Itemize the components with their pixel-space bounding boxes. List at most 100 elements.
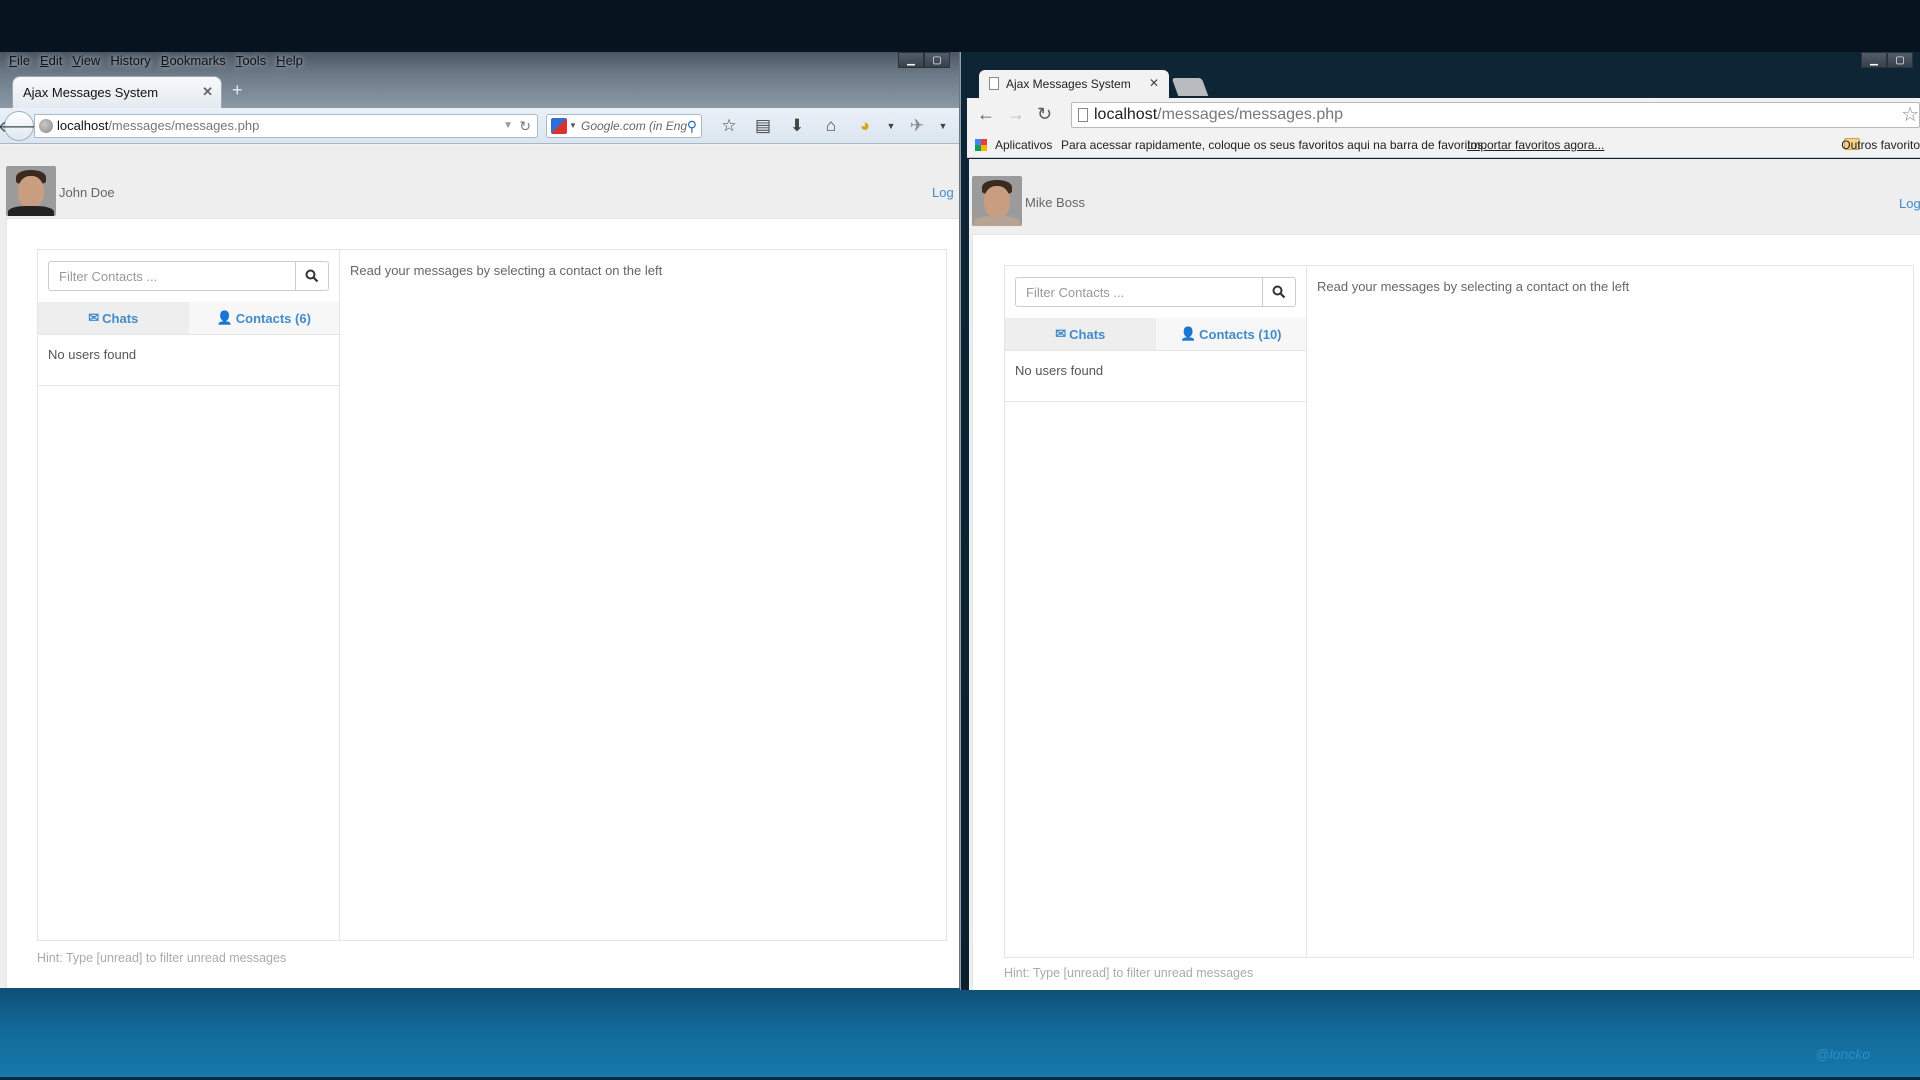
back-icon[interactable]: ← — [977, 104, 995, 125]
list-divider — [38, 385, 339, 386]
firefox-toolbar-icons: ☆ ▤ ⬇ ⌂ ◕ ▼ ✈ ▼ — [712, 114, 952, 138]
firefox-page: John Doe Log ✉Chats — [0, 145, 959, 988]
home-icon[interactable]: ⌂ — [814, 116, 848, 136]
page-icon — [989, 77, 999, 90]
desktop-top — [0, 0, 1920, 54]
user-name: Mike Boss — [1025, 195, 1085, 210]
desktop-background — [0, 988, 1920, 1080]
avatar-body — [8, 206, 54, 216]
user-name: John Doe — [59, 185, 115, 200]
page-info-icon — [1078, 108, 1088, 122]
menu-view[interactable]: View — [67, 53, 105, 71]
tab-chats-label: Chats — [1069, 326, 1106, 342]
url-history-dropdown-icon[interactable]: ▼ — [503, 115, 513, 137]
chrome-toolbar: ← → ↻ localhost/messages/messages.php ☆ — [967, 98, 1920, 132]
avatar-face — [984, 186, 1010, 218]
filter-contacts-input[interactable] — [49, 262, 295, 290]
chrome-page: Mike Boss Log ✉Chats — [969, 159, 1920, 990]
maximize-button[interactable]: ▢ — [1887, 52, 1913, 68]
url-host: localhost — [1094, 106, 1158, 123]
chrome-window-controls: ▁ ▢ — [1861, 52, 1913, 68]
import-bookmarks-link[interactable]: Importar favoritos agora... — [1467, 138, 1604, 152]
tab-contacts-label: Contacts (6) — [235, 310, 311, 326]
bookmarks-list-icon[interactable]: ▤ — [746, 116, 780, 136]
firefox-window: File Edit View History Bookmarks Tools H… — [0, 52, 960, 988]
new-tab-icon[interactable]: + — [232, 80, 243, 101]
tab-chats[interactable]: ✉ Chats — [1005, 318, 1156, 350]
bookmark-star-icon[interactable]: ☆ — [1901, 103, 1919, 127]
search-engine-icon[interactable] — [551, 118, 567, 134]
new-tab-button[interactable] — [1171, 78, 1209, 96]
search-icon — [305, 269, 319, 283]
contacts-sidebar: ✉Chats 👤Contacts (6) No users found — [38, 250, 340, 940]
search-icon — [1272, 285, 1286, 299]
tab-contacts[interactable]: 👤 Contacts (6) — [188, 302, 339, 334]
minimize-button[interactable]: ▁ — [898, 52, 924, 68]
apps-link[interactable]: Aplicativos — [995, 138, 1052, 152]
extension-dropdown-icon[interactable]: ▼ — [934, 121, 952, 131]
omnibox[interactable]: localhost/messages/messages.php ☆ — [1071, 102, 1920, 128]
logout-link[interactable]: Log — [1899, 196, 1920, 211]
firefox-nav-bar: 🡐 localhost/messages/messages.php ▼ ↻ ▼ … — [0, 108, 959, 144]
menu-file[interactable]: File — [4, 53, 35, 71]
menu-history[interactable]: History — [105, 53, 155, 71]
user-icon: 👤 — [216, 310, 233, 325]
messages-panel: ✉Chats 👤Contacts (6) No users found Read… — [6, 218, 959, 988]
avatar-john-doe — [6, 166, 56, 216]
menu-tools[interactable]: Tools — [231, 53, 271, 71]
search-button[interactable] — [1262, 278, 1295, 306]
reload-icon[interactable]: ↻ — [519, 115, 531, 137]
tab-close-icon[interactable]: ✕ — [202, 84, 213, 100]
reload-icon[interactable]: ↻ — [1037, 104, 1052, 125]
url-host: localhost — [57, 118, 109, 133]
search-box[interactable]: ▼ Google.com (in Eng ⚲ — [546, 114, 702, 138]
avatar-body — [974, 216, 1020, 226]
url-path: /messages/messages.php — [1157, 106, 1344, 123]
minimize-button[interactable]: ▁ — [1861, 52, 1887, 68]
search-icon[interactable]: ⚲ — [687, 115, 697, 137]
filter-contacts-field — [1015, 277, 1296, 307]
downloads-icon[interactable]: ⬇ — [780, 116, 814, 136]
back-button[interactable]: 🡐 — [0, 111, 40, 141]
menu-help-label: elp — [285, 53, 303, 68]
messages-box: ✉Chats 👤Contacts (6) No users found Read… — [37, 249, 947, 941]
menu-edit-label: dit — [48, 53, 63, 68]
no-users-message: No users found — [48, 347, 137, 362]
chrome-tab-active[interactable]: Ajax Messages System ✕ — [979, 70, 1169, 98]
search-button[interactable] — [295, 262, 328, 290]
menu-help[interactable]: Help — [271, 53, 308, 71]
tab-close-icon[interactable]: ✕ — [1149, 76, 1159, 90]
menu-bar: File Edit View History Bookmarks Tools H… — [4, 53, 308, 71]
search-placeholder: Google.com (in Eng — [581, 119, 688, 133]
maximize-button[interactable]: ▢ — [924, 52, 950, 68]
tab-contacts[interactable]: 👤 Contacts (10) — [1155, 318, 1306, 350]
bookmarks-promo-text: Para acessar rapidamente, coloque os seu… — [1061, 138, 1487, 152]
menu-tools-label: ools — [242, 53, 267, 68]
menu-edit-key: E — [39, 53, 49, 68]
tab-title: Ajax Messages System — [23, 85, 159, 100]
no-users-message: No users found — [1015, 363, 1104, 378]
filter-contacts-input[interactable] — [1016, 278, 1262, 306]
extension-icon[interactable]: ✈ — [900, 116, 934, 136]
messages-panel: ✉Chats 👤Contacts (10) No users found Rea… — [972, 234, 1920, 990]
logout-link[interactable]: Log — [932, 185, 954, 200]
tab-title: Ajax Messages System — [1006, 77, 1131, 91]
sidebar-tabs: ✉ Chats 👤 Contacts (6) — [38, 302, 339, 335]
menu-bookmarks[interactable]: Bookmarks — [156, 53, 231, 71]
addon-icon[interactable]: ◕ — [848, 116, 882, 136]
firefox-titlebar: File Edit View History Bookmarks Tools H… — [0, 52, 959, 108]
bookmark-star-icon[interactable]: ☆ — [712, 116, 746, 136]
address-bar[interactable]: localhost/messages/messages.php ▼ ↻ — [34, 114, 538, 138]
search-engine-dropdown-icon[interactable]: ▼ — [569, 115, 577, 137]
forward-icon[interactable]: → — [1007, 104, 1025, 125]
addon-dropdown-icon[interactable]: ▼ — [882, 121, 900, 131]
menu-file-key: F — [9, 53, 17, 68]
bookmarks-bar: Aplicativos Para acessar rapidamente, co… — [967, 132, 1920, 158]
filter-contacts-field — [48, 261, 329, 291]
menu-edit[interactable]: Edit — [35, 53, 67, 71]
apps-icon[interactable] — [975, 139, 987, 151]
tab-chats[interactable]: ✉ Chats — [38, 302, 189, 334]
messages-box: ✉Chats 👤Contacts (10) No users found Rea… — [1004, 265, 1914, 958]
firefox-tab-active[interactable]: Ajax Messages System ✕ — [12, 76, 222, 108]
other-bookmarks[interactable]: Outros favoritos — [1841, 138, 1920, 152]
